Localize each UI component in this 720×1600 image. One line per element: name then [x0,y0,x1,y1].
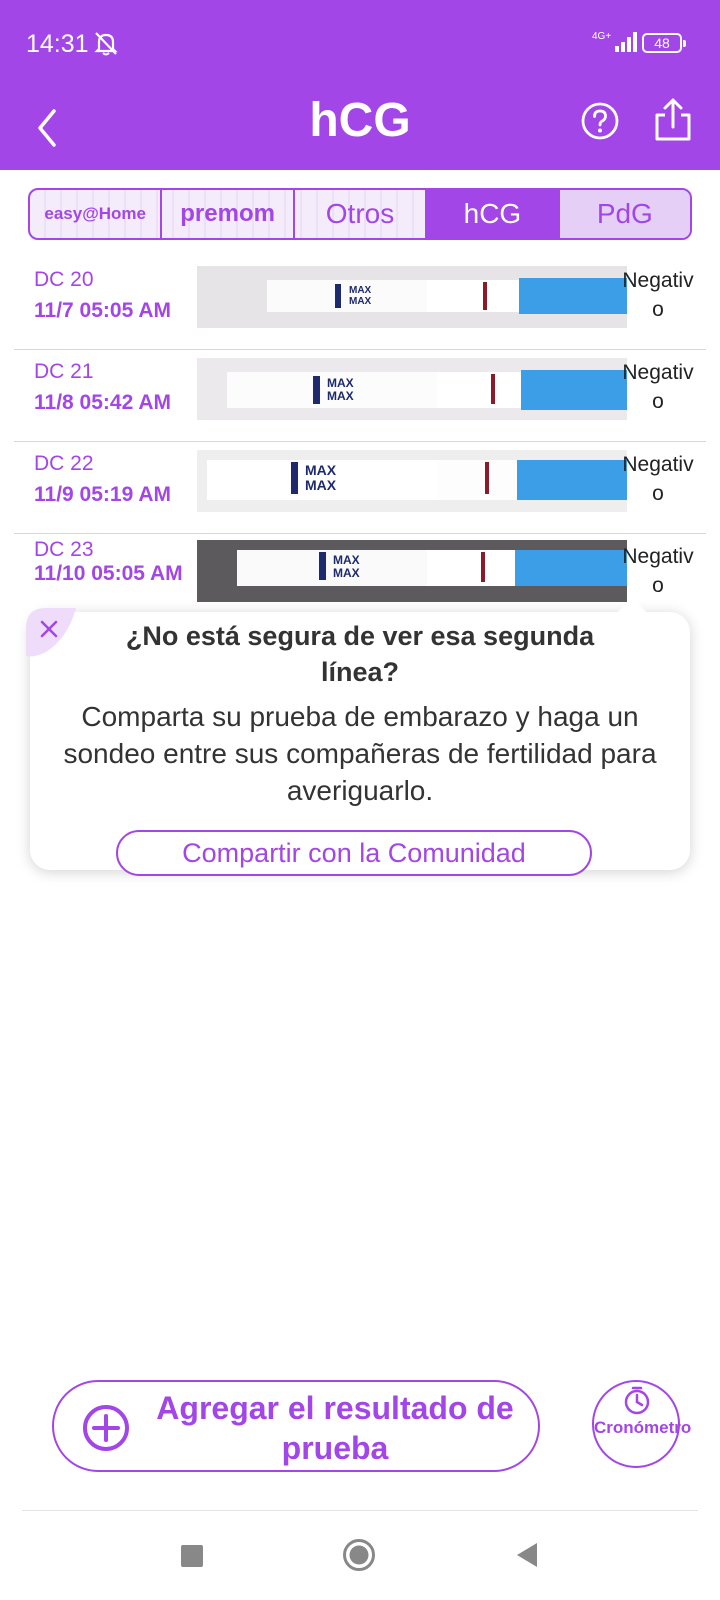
home-nav-icon[interactable] [342,1538,376,1572]
test-row[interactable]: DC 20 11/7 05:05 AM MAX MAX Negativo [14,258,706,350]
tab-label: Otros [325,198,395,229]
strip-label: MAX [305,462,337,478]
divider [22,1510,698,1511]
strip-label: MAX [327,389,354,403]
tab-easy-home[interactable]: easy@Home [30,190,163,238]
popup-title: ¿No está segura de ver esa segunda línea… [125,621,595,687]
share-community-label: Compartir con la Comunidad [182,837,526,868]
tab-label: hCG [463,198,522,229]
recents-nav-icon[interactable] [181,1545,203,1567]
strip-label: MAX [349,296,372,307]
stopwatch-icon [624,1386,650,1415]
tab-otros[interactable]: Otros [295,190,428,238]
test-row[interactable]: DC 21 11/8 05:42 AM MAX MAX Negativo [14,350,706,442]
test-datetime: 11/7 05:05 AM [34,299,171,322]
test-datetime: 11/10 05:05 AM [34,562,183,585]
test-result: Negativo [622,361,694,413]
test-strip-photo[interactable]: MAX MAX [197,358,627,420]
help-icon[interactable] [580,101,620,141]
strip-label: MAX [349,285,372,296]
test-result: Negativo [622,545,694,597]
cycle-day: DC 23 [34,538,94,561]
tab-hcg[interactable]: hCG [427,190,560,238]
test-strip-photo[interactable]: MAX MAX [197,266,627,328]
status-bar: 14:31 4G+ 48 [0,0,720,85]
battery-level: 48 [654,35,670,51]
test-result: Negativo [622,269,694,321]
strip-label: MAX [333,553,360,567]
signal-icon [615,32,637,52]
app-bar: hCG [0,85,720,170]
popup-body: Comparta su prueba de embarazo y haga un… [63,701,657,806]
back-nav-icon[interactable] [515,1541,539,1569]
timer-button[interactable]: Cronómetro [592,1380,692,1468]
add-result-button[interactable]: Agregar el resultado de prueba [52,1380,540,1472]
status-time: 14:31 [26,30,89,58]
test-row[interactable]: DC 22 11/9 05:19 AM MAX MAX Negativo [14,442,706,534]
tab-label: easy@Home [44,204,147,223]
test-datetime: 11/9 05:19 AM [34,483,171,506]
tab-label: PdG [596,198,653,229]
test-result: Negativo [622,453,694,505]
muted-bell-icon [94,32,118,56]
strip-label: MAX [333,566,360,580]
share-icon[interactable] [652,97,694,143]
share-community-popup: ¿No está segura de ver esa segunda línea… [26,598,690,876]
battery-icon: 48 [642,33,686,53]
strip-label: MAX [327,376,354,390]
test-type-tabs: easy@Home premom Otros hCG PdG [28,188,692,240]
cycle-day: DC 22 [34,452,94,475]
tab-pdg[interactable]: PdG [559,190,690,238]
test-strip-photo[interactable]: MAX MAX [197,450,627,512]
plus-circle-icon [83,1405,129,1451]
timer-label: Cronómetro [594,1418,692,1437]
cycle-day: DC 21 [34,360,94,383]
share-community-button[interactable]: Compartir con la Comunidad [116,830,592,876]
close-icon[interactable] [26,608,80,662]
test-datetime: 11/8 05:42 AM [34,391,171,414]
cycle-day: DC 20 [34,268,94,291]
add-result-label: Agregar el resultado de prueba [156,1390,514,1466]
tab-label: premom [180,200,275,227]
test-strip-photo[interactable]: MAX MAX [197,540,627,602]
tab-premom[interactable]: premom [162,190,295,238]
network-type: 4G+ [592,31,612,42]
strip-label: MAX [305,477,337,493]
